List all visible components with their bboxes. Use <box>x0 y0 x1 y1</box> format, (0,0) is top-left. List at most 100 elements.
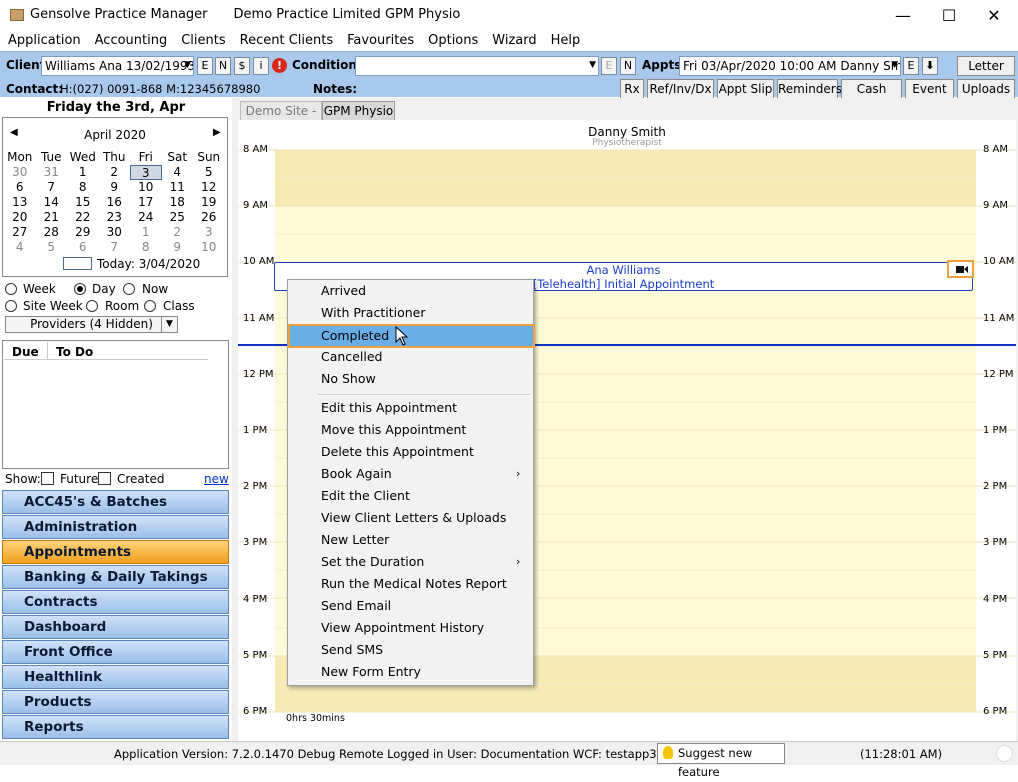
menu-set-duration[interactable]: Set the Duration <box>321 551 424 573</box>
event-button[interactable]: Event <box>905 79 954 99</box>
calendar-day[interactable]: 4 <box>162 165 194 180</box>
calendar-day[interactable]: 14 <box>36 195 68 210</box>
new-todo-link[interactable]: new <box>204 472 229 486</box>
menu-book-again[interactable]: Book Again <box>321 463 392 485</box>
calendar-day[interactable]: 1 <box>67 165 99 180</box>
calendar-day[interactable]: 6 <box>67 240 99 255</box>
calendar-day[interactable]: 11 <box>162 180 194 195</box>
video-camera-icon[interactable] <box>947 260 974 278</box>
calendar-day[interactable]: 28 <box>36 225 68 240</box>
nav-reports[interactable]: Reports <box>2 715 229 739</box>
calendar-day[interactable]: 2 <box>162 225 194 240</box>
calendar-day[interactable]: 21 <box>36 210 68 225</box>
calendar-day[interactable]: 16 <box>99 195 131 210</box>
calendar-day[interactable]: 23 <box>99 210 131 225</box>
menu-edit-client[interactable]: Edit the Client <box>321 485 410 507</box>
menu-clients[interactable]: Clients <box>173 31 225 51</box>
menu-new-letter[interactable]: New Letter <box>321 529 389 551</box>
radio-now[interactable] <box>123 283 135 295</box>
calendar-day[interactable]: 7 <box>99 240 131 255</box>
future-checkbox[interactable] <box>41 472 54 485</box>
radio-site-week[interactable] <box>5 300 17 312</box>
calendar-day[interactable]: 12 <box>193 180 225 195</box>
menu-new-form-entry[interactable]: New Form Entry <box>321 661 421 683</box>
radio-room[interactable] <box>86 300 98 312</box>
menu-move-appointment[interactable]: Move this Appointment <box>321 419 466 441</box>
reminders-button[interactable]: Reminders <box>777 79 842 99</box>
calendar-day-selected[interactable]: 3 <box>130 165 162 180</box>
menu-options[interactable]: Options <box>420 31 478 51</box>
menu-no-show[interactable]: No Show <box>321 368 376 390</box>
appt-edit-button[interactable]: E <box>903 57 919 75</box>
rx-button[interactable]: Rx <box>620 79 644 99</box>
nav-front-office[interactable]: Front Office <box>2 640 229 664</box>
calendar-day[interactable]: 1 <box>130 225 162 240</box>
condition-edit-button[interactable]: E <box>601 57 617 75</box>
calendar-day[interactable]: 24 <box>130 210 162 225</box>
calendar-day[interactable]: 13 <box>4 195 36 210</box>
calendar-day[interactable]: 20 <box>4 210 36 225</box>
nav-dashboard[interactable]: Dashboard <box>2 615 229 639</box>
menu-wizard[interactable]: Wizard <box>484 31 536 51</box>
created-checkbox[interactable] <box>98 472 111 485</box>
conditions-select[interactable]: ▼ <box>355 56 599 76</box>
calendar-day[interactable]: 22 <box>67 210 99 225</box>
appts-select[interactable]: Fri 03/Apr/2020 10:00 AM Danny Smith ▼ <box>679 56 901 76</box>
radio-day[interactable] <box>74 283 86 295</box>
minimize-button[interactable]: — <box>880 0 926 31</box>
calendar-day[interactable]: 10 <box>193 240 225 255</box>
calendar-day[interactable]: 18 <box>162 195 194 210</box>
calendar-day[interactable]: 9 <box>162 240 194 255</box>
calendar-day[interactable]: 26 <box>193 210 225 225</box>
calendar-day[interactable]: 15 <box>67 195 99 210</box>
calendar-day[interactable]: 4 <box>4 240 36 255</box>
radio-class[interactable] <box>144 300 156 312</box>
calendar-day[interactable]: 30 <box>99 225 131 240</box>
menu-edit-appointment[interactable]: Edit this Appointment <box>321 397 457 419</box>
client-new-button[interactable]: N <box>215 57 231 75</box>
calendar-day[interactable]: 9 <box>99 180 131 195</box>
calendar-day[interactable]: 3 <box>193 225 225 240</box>
tab-gpm-physio[interactable]: GPM Physio <box>322 101 395 121</box>
radio-week[interactable] <box>5 283 17 295</box>
calendar-day[interactable]: 29 <box>67 225 99 240</box>
menu-with-practitioner[interactable]: With Practitioner <box>321 302 426 324</box>
suggest-feature-button[interactable]: Suggest new feature <box>657 743 785 779</box>
todo-col-todo[interactable]: To Do <box>56 345 93 359</box>
calendar-day[interactable]: 2 <box>99 165 131 180</box>
maximize-button[interactable]: ☐ <box>926 0 972 31</box>
providers-select[interactable]: Providers (4 Hidden) ▼ <box>5 316 178 333</box>
menu-appointment-history[interactable]: View Appointment History <box>321 617 484 639</box>
client-info-button[interactable]: i <box>253 57 269 75</box>
menu-cancelled[interactable]: Cancelled <box>321 346 382 368</box>
cash-sale-button[interactable]: Cash Sale <box>841 79 902 114</box>
menu-medical-notes-report[interactable]: Run the Medical Notes Report <box>321 573 507 595</box>
calendar-day[interactable]: 10 <box>130 180 162 195</box>
menu-accounting[interactable]: Accounting <box>87 31 168 51</box>
nav-acc45-batches[interactable]: ACC45's & Batches <box>2 490 229 514</box>
calendar-day[interactable]: 25 <box>162 210 194 225</box>
today-link[interactable]: Today: 3/04/2020 <box>97 257 200 271</box>
calendar-day[interactable]: 8 <box>130 240 162 255</box>
nav-healthlink[interactable]: Healthlink <box>2 665 229 689</box>
tab-demo-site[interactable]: Demo Site - NZ <box>240 101 322 137</box>
nav-banking[interactable]: Banking & Daily Takings <box>2 565 229 589</box>
download-icon[interactable]: ⬇ <box>922 57 938 75</box>
uploads-button[interactable]: Uploads <box>957 79 1015 99</box>
condition-new-button[interactable]: N <box>620 57 636 75</box>
ref-inv-dx-button[interactable]: Ref/Inv/Dx <box>647 79 714 99</box>
nav-contracts[interactable]: Contracts <box>2 590 229 614</box>
nav-administration[interactable]: Administration <box>2 515 229 539</box>
menu-send-email[interactable]: Send Email <box>321 595 391 617</box>
menu-send-sms[interactable]: Send SMS <box>321 639 383 661</box>
close-button[interactable]: ✕ <box>971 0 1017 31</box>
letter-button[interactable]: Letter <box>957 56 1015 76</box>
menu-view-letters[interactable]: View Client Letters & Uploads <box>321 507 506 529</box>
calendar-day[interactable]: 27 <box>4 225 36 240</box>
menu-application[interactable]: Application <box>0 31 81 51</box>
alert-icon[interactable]: ! <box>272 58 287 73</box>
todo-col-due[interactable]: Due <box>12 345 39 359</box>
calendar-day[interactable]: 8 <box>67 180 99 195</box>
menu-delete-appointment[interactable]: Delete this Appointment <box>321 441 474 463</box>
menu-help[interactable]: Help <box>543 31 581 51</box>
